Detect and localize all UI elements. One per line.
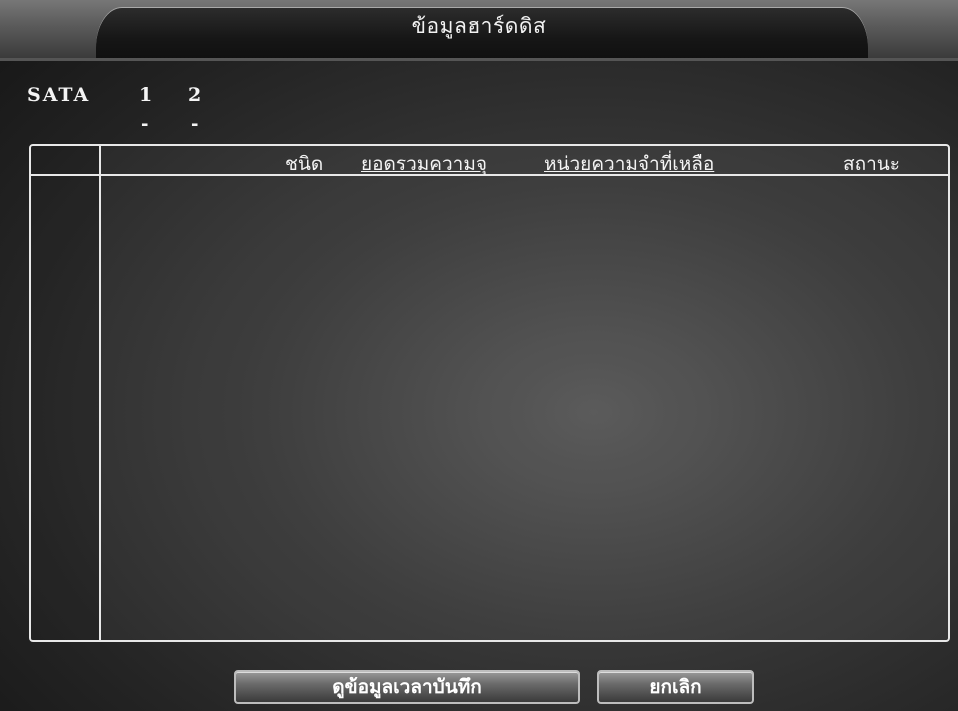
- sata-disk-2-number[interactable]: 2: [188, 84, 201, 106]
- view-record-time-button[interactable]: ดูข้อมูลเวลาบันทึก: [234, 670, 580, 704]
- table-index-column: [31, 146, 101, 640]
- sata-disk-1-status: -: [141, 114, 149, 135]
- hdd-info-table: ชนิด ยอดรวมความจุ หน่วยความจำที่เหลือ สถ…: [29, 144, 950, 642]
- sata-label: SATA: [27, 84, 91, 106]
- sata-disk-1-number[interactable]: 1: [139, 84, 152, 106]
- sata-disk-2-status: -: [191, 114, 199, 135]
- column-header-type: ชนิด: [285, 153, 324, 175]
- table-header-divider: [31, 174, 948, 176]
- column-header-status: สถานะ: [843, 153, 900, 175]
- window-title: ข้อมูลฮาร์ดดิส: [411, 14, 547, 38]
- title-divider: [0, 58, 958, 61]
- column-header-free-space: หน่วยความจำที่เหลือ: [544, 153, 715, 175]
- cancel-button[interactable]: ยกเลิก: [597, 670, 754, 704]
- hdd-info-screen: ข้อมูลฮาร์ดดิส SATA 1 2 - - ชนิด ยอดรวมค…: [0, 0, 958, 711]
- column-header-total-capacity: ยอดรวมความจุ: [361, 153, 487, 175]
